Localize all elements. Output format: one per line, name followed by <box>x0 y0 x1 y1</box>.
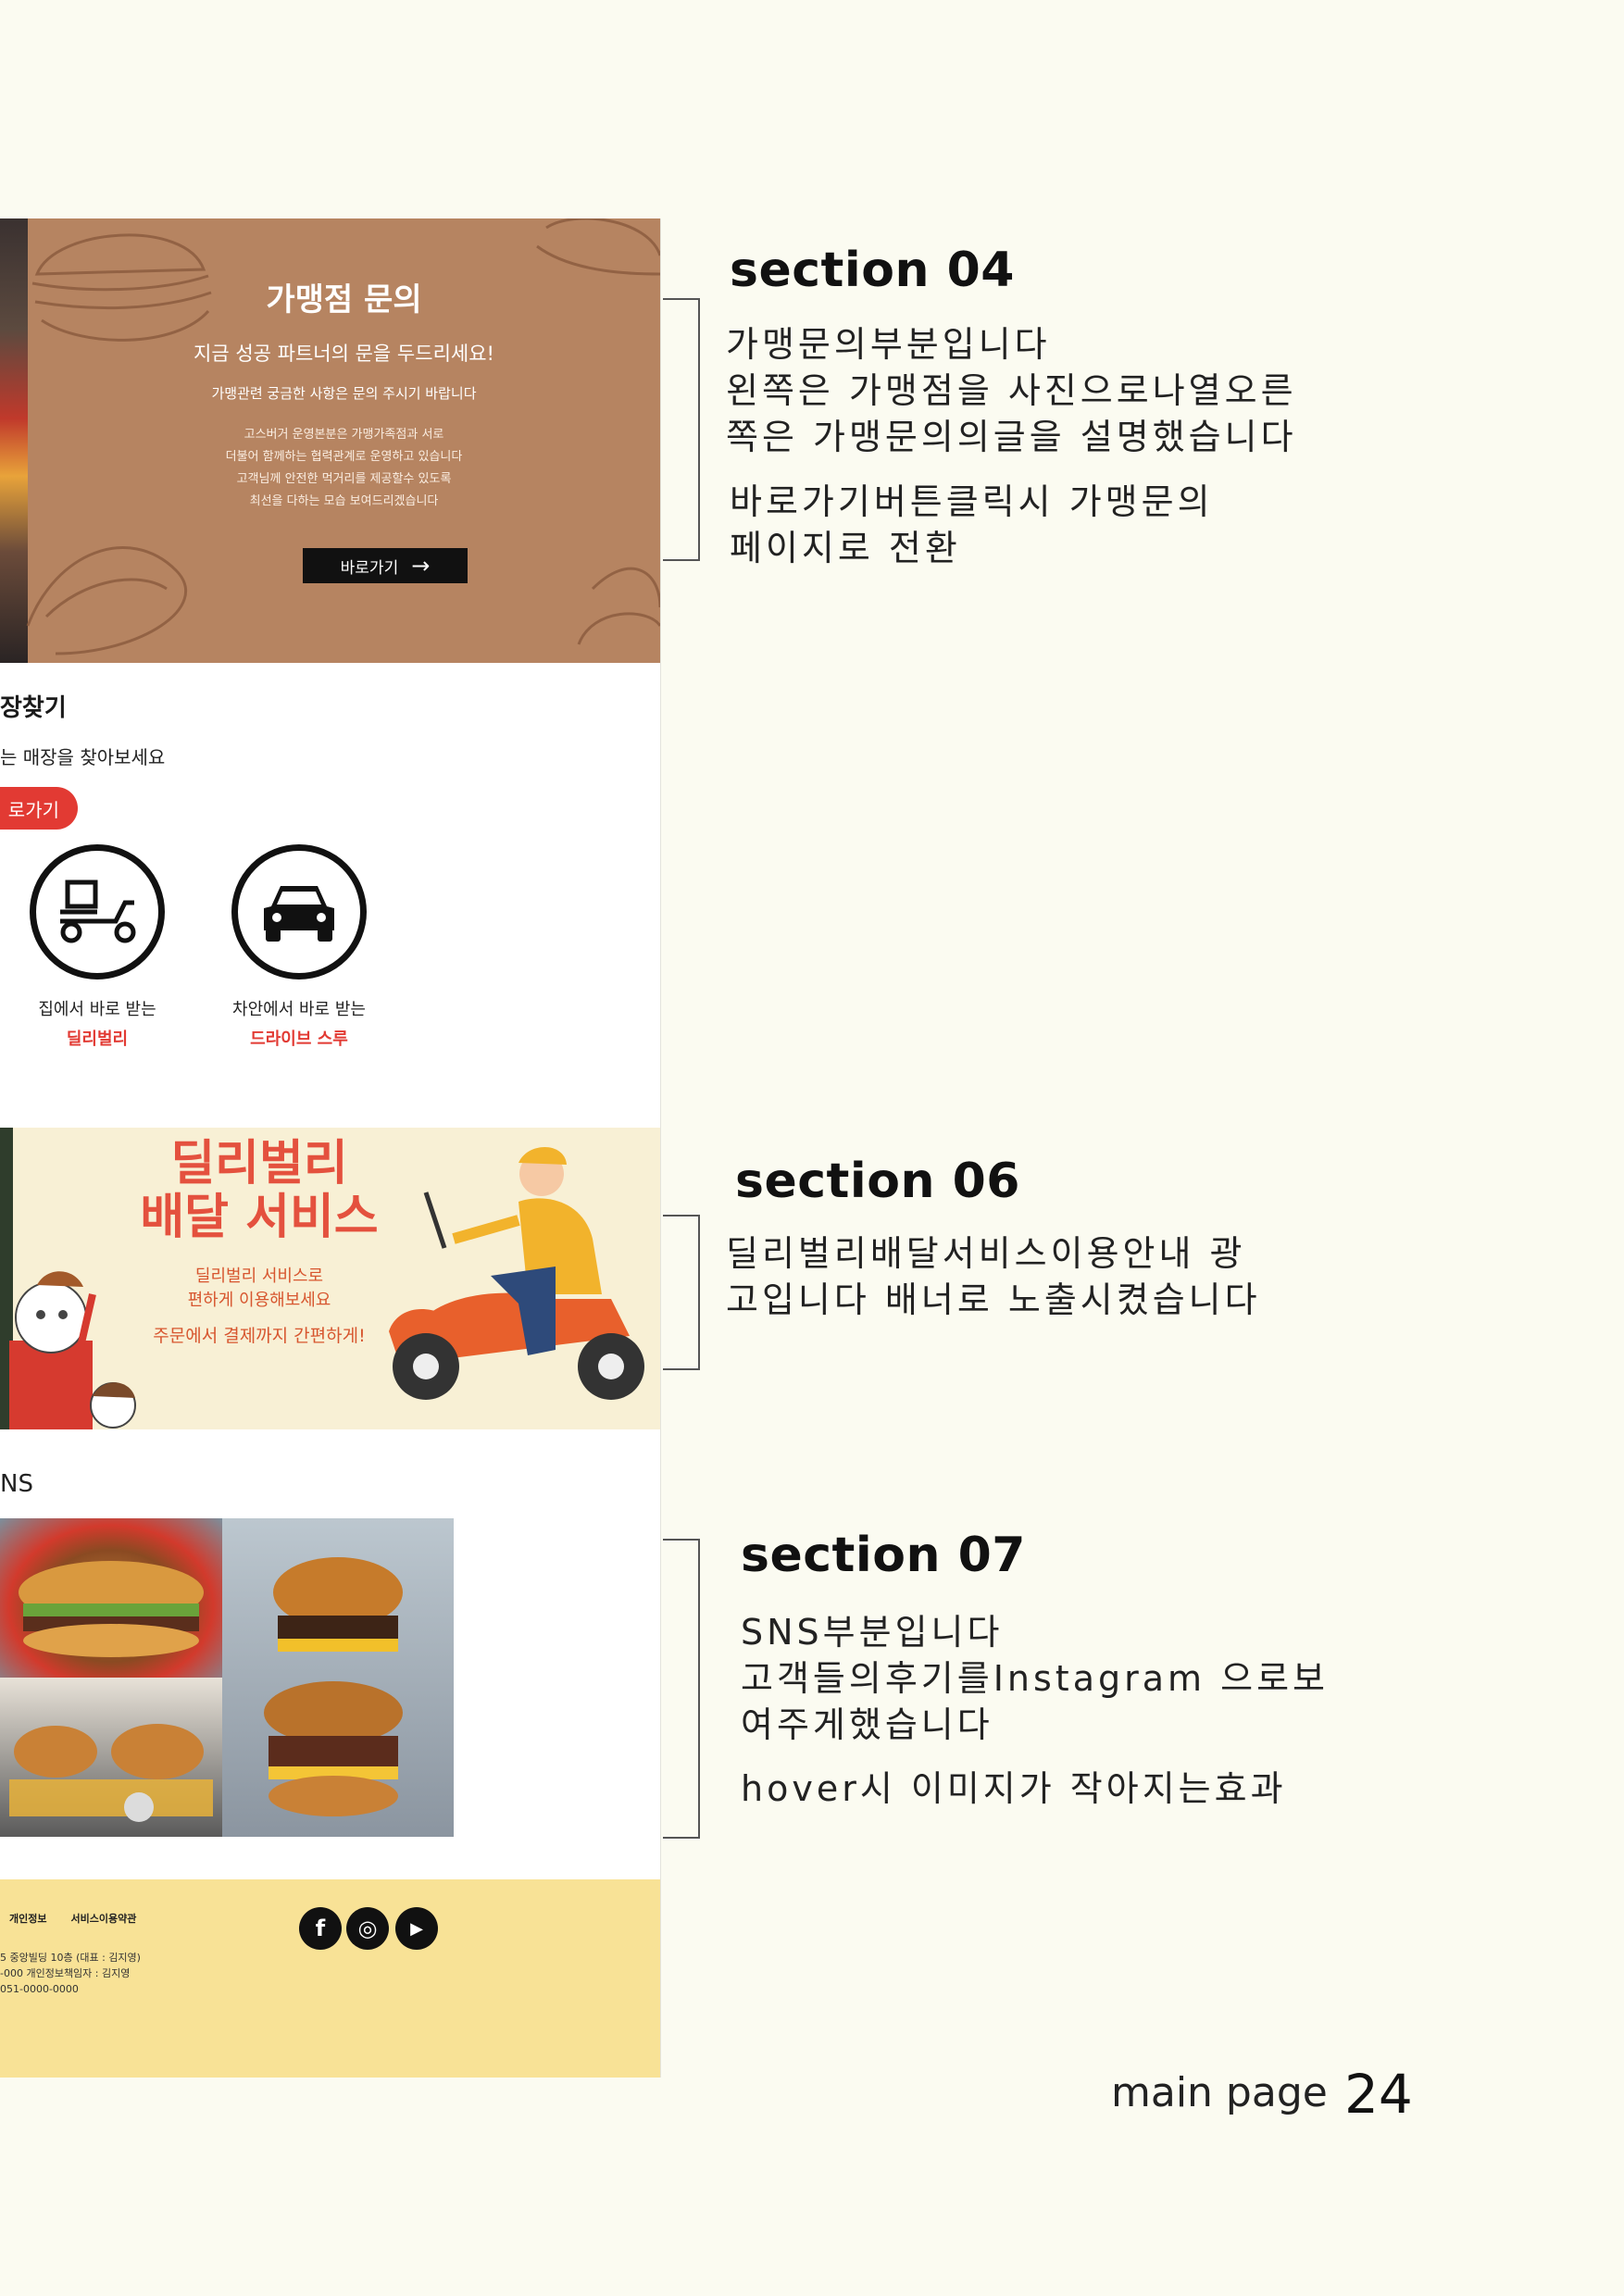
franchise-section: 가맹점 문의 지금 성공 파트너의 문을 두드리세요! 가맹관련 궁금한 사항은… <box>0 218 660 663</box>
delivery-banner-subtitle: 딜리벌리 서비스로 편하게 이용해보세요 <box>111 1265 407 1313</box>
youtube-icon[interactable]: ▶ <box>395 1907 438 1950</box>
section-07-description: SNS부분입니다 고객들의후기를Instagram 으로보 여주게했습니다 <box>741 1609 1329 1748</box>
store-finder-title: 장찾기 <box>0 694 67 722</box>
drive-thru-service-item[interactable]: 차안에서 바로 받는 드라이브 스루 <box>211 844 387 1050</box>
section-04-title: section 04 <box>730 243 1015 298</box>
delivery-title-line: 배달 서비스 <box>140 1190 379 1245</box>
description-line: 고입니다 배너로 노출시켰습니다 <box>726 1279 1261 1320</box>
franchise-body-line: 더불어 함께하는 협력관계로 운영하고 있습니다 <box>225 450 463 464</box>
burger-photo[interactable] <box>0 1518 222 1678</box>
section-07-bracket <box>663 1539 700 1839</box>
delivery-sub-line: 편하게 이용해보세요 <box>187 1291 331 1310</box>
description-line: 페이지로 전환 <box>730 528 961 568</box>
sns-photo-grid <box>0 1518 454 1837</box>
section-04-interaction-note: 바로가기버튼클릭시 가맹문의 페이지로 전환 <box>730 479 1214 571</box>
description-line: 왼쪽은 가맹점을 사진으로나열오른 <box>726 370 1297 411</box>
scooter-icon <box>30 844 165 980</box>
description-line: SNS부분입니다 <box>741 1612 1004 1653</box>
burger-photo[interactable] <box>0 1678 222 1837</box>
instagram-icon[interactable]: ◎ <box>346 1907 389 1950</box>
burger-photo[interactable] <box>222 1518 454 1837</box>
franchise-body-line: 최선을 다하는 모습 보여드리겠습니다 <box>249 494 439 508</box>
delivery-rider-illustration <box>389 1146 644 1400</box>
section-06-title: section 06 <box>735 1154 1020 1209</box>
site-footer: 개인정보 서비스이용약관 5 중앙빌딩 10층 (대표 : 김지영) -000 … <box>0 1879 660 2078</box>
franchise-title: 가맹점 문의 <box>266 281 422 318</box>
terms-link[interactable]: 서비스이용약관 <box>70 1911 136 1926</box>
franchise-body: 고스버거 운영본분은 가맹가족점과 서로 더불어 함께하는 협력관계로 운영하고… <box>28 424 660 513</box>
delivery-title-line: 딜리벌리 <box>170 1136 348 1192</box>
page-number: 24 <box>1344 2063 1413 2126</box>
delivery-service-item[interactable]: 집에서 바로 받는 딜리벌리 <box>14 844 181 1050</box>
description-line: 여주게했습니다 <box>741 1704 993 1745</box>
footer-info-line: 051-0000-0000 <box>0 1983 79 1995</box>
facebook-icon[interactable]: f <box>299 1907 342 1950</box>
delivery-banner[interactable]: 딜리벌리 배달 서비스 딜리벌리 서비스로 편하게 이용해보세요 주문에서 결제… <box>0 1128 660 1429</box>
footer-info-line: 5 중앙빌딩 10층 (대표 : 김지영) <box>0 1952 141 1964</box>
description-line: 쪽은 가맹문의의글을 설명했습니다 <box>726 417 1297 457</box>
description-line: hover시 이미지가 작아지는효과 <box>741 1768 1287 1809</box>
section-06-description: 딜리벌리배달서비스이용안내 광 고입니다 배너로 노출시켰습니다 <box>726 1230 1261 1323</box>
page-label: main page <box>1111 2069 1328 2116</box>
description-line: 바로가기버튼클릭시 가맹문의 <box>730 481 1214 522</box>
service-label: 차안에서 바로 받는 <box>232 1000 366 1019</box>
description-line: 딜리벌리배달서비스이용안내 광 <box>726 1233 1246 1274</box>
footer-info: 5 중앙빌딩 10층 (대표 : 김지영) -000 개인정보책임자 : 김지영… <box>0 1950 141 1997</box>
store-finder-subtitle: 는 매장을 찾아보세요 <box>0 746 166 768</box>
franchise-button-label: 바로가기 <box>340 558 399 578</box>
delivery-banner-title: 딜리벌리 배달 서비스 <box>111 1137 407 1244</box>
service-name: 딜리벌리 <box>66 1029 129 1049</box>
website-mockup: 가맹점 문의 지금 성공 파트너의 문을 두드리세요! 가맹관련 궁금한 사항은… <box>0 218 661 2078</box>
franchise-shortcut-button[interactable]: 바로가기 → <box>303 548 468 583</box>
franchise-subtitle: 지금 성공 파트너의 문을 두드리세요! <box>194 343 494 365</box>
section-04-description: 가맹문의부분입니다 왼쪽은 가맹점을 사진으로나열오른 쪽은 가맹문의의글을 설… <box>726 321 1297 460</box>
section-07-interaction-note: hover시 이미지가 작아지는효과 <box>741 1766 1287 1812</box>
sns-section-title: NS <box>0 1470 33 1498</box>
footer-links: 개인정보 서비스이용약관 <box>9 1911 136 1926</box>
footer-info-line: -000 개인정보책임자 : 김지영 <box>0 1967 131 1979</box>
section-07-title: section 07 <box>741 1528 1026 1583</box>
car-icon <box>231 844 367 980</box>
section-04-bracket <box>663 298 700 561</box>
franchise-body-line: 고스버거 운영본분은 가맹가족점과 서로 <box>244 428 444 442</box>
delivery-sub-line: 딜리벌리 서비스로 <box>194 1267 324 1286</box>
service-label: 집에서 바로 받는 <box>38 1000 156 1019</box>
privacy-link[interactable]: 개인정보 <box>9 1911 46 1926</box>
franchise-note: 가맹관련 궁금한 사항은 문의 주시기 바랍니다 <box>211 385 477 402</box>
section-06-bracket <box>663 1215 700 1370</box>
franchise-body-line: 고객님께 안전한 먹거리를 제공할수 있도록 <box>236 472 452 486</box>
service-name: 드라이브 스루 <box>250 1029 348 1049</box>
description-line: 가맹문의부분입니다 <box>726 324 1051 365</box>
store-finder-button[interactable]: 로가기 <box>0 787 78 830</box>
description-line: 고객들의후기를Instagram 으로보 <box>741 1658 1330 1699</box>
arrow-right-icon: → <box>411 553 431 579</box>
